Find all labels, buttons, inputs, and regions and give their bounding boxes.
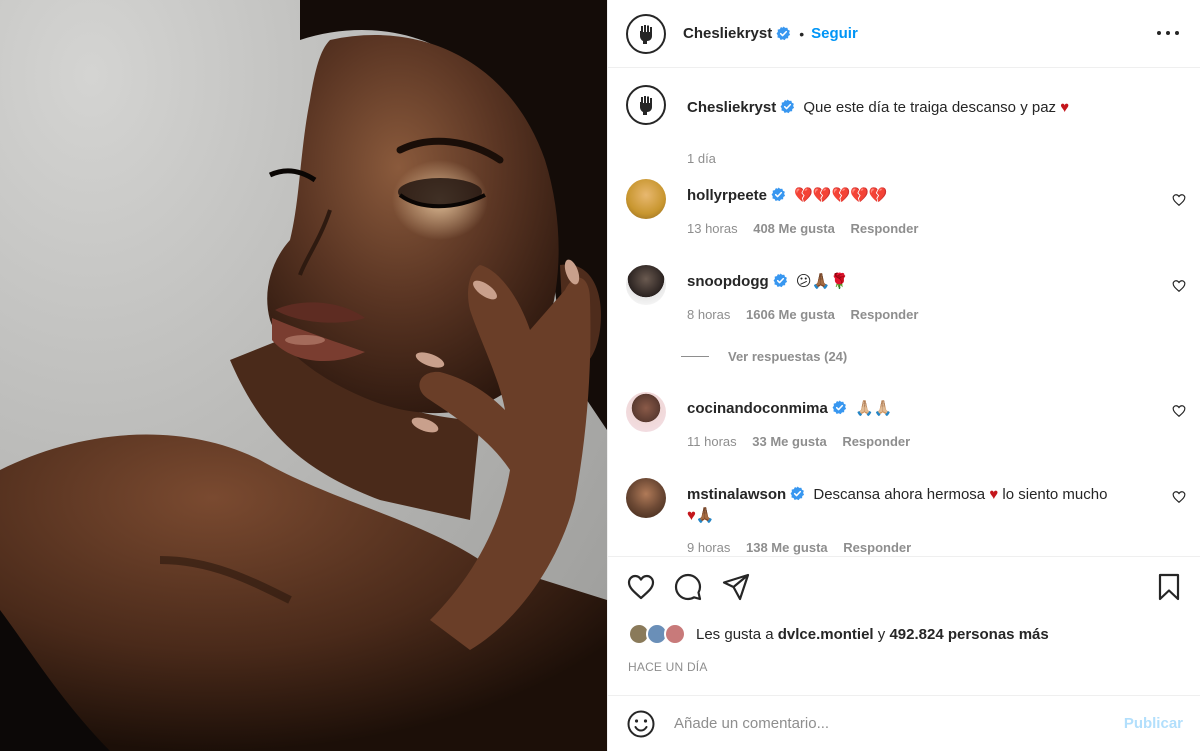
comment-username[interactable]: hollyrpeete (687, 187, 767, 204)
commenter-avatar[interactable] (626, 478, 666, 518)
liker-username[interactable]: dvlce.montiel (778, 626, 874, 643)
heart-icon[interactable] (626, 572, 656, 602)
author-avatar[interactable] (626, 13, 666, 54)
comment-body-continued: lo siento mucho (1002, 486, 1108, 503)
comment-item: mstinalawson Descansa ahora hermosa ♥ lo… (626, 478, 1186, 555)
likes-summary: Les gusta a dvlce.montiel y 492.824 pers… (628, 623, 1049, 645)
comment-icon[interactable] (673, 572, 703, 602)
comment-body-line2: 🙏🏾 (695, 507, 715, 524)
caption-meta: 1 día (687, 151, 728, 166)
like-comment-heart-icon[interactable] (1172, 279, 1186, 293)
post-timestamp[interactable]: HACE UN DÍA (628, 660, 708, 674)
commenter-avatar[interactable] (626, 265, 666, 305)
likes-count[interactable]: 492.824 personas más (889, 626, 1048, 643)
post-photo[interactable] (0, 0, 607, 751)
comment-body: 🙏🏼🙏🏼 (855, 400, 893, 417)
liker-avatar (664, 623, 686, 645)
caption-avatar[interactable] (626, 85, 666, 125)
comment-item: snoopdogg 😕🙏🏾🌹 8 horas 1606 Me gusta Res… (626, 265, 1186, 335)
heart-emoji: ♥ (989, 486, 999, 503)
comment-time[interactable]: 11 horas (687, 434, 737, 449)
comment-likes[interactable]: 1606 Me gusta (746, 307, 835, 322)
verified-badge-icon (832, 400, 847, 415)
verified-badge-icon (776, 26, 791, 41)
verified-badge-icon (771, 187, 786, 202)
caption-body: Que este día te traiga descanso y paz (803, 99, 1057, 116)
caption: Chesliekryst Que este día te traiga desc… (626, 85, 1186, 166)
post-sidebar: Chesliekryst • Seguir Chesliekryst Que e… (607, 0, 1200, 751)
comment-likes[interactable]: 138 Me gusta (746, 540, 828, 555)
comment-meta: 13 horas 408 Me gusta Responder (687, 221, 930, 236)
comment-text: cocinandoconmima 🙏🏼🙏🏼 (687, 398, 1157, 419)
share-icon[interactable] (721, 572, 751, 602)
add-comment-bar: Publicar (608, 695, 1200, 751)
comment-meta: 9 horas 138 Me gusta Responder (687, 540, 923, 555)
comment-body: 😕🙏🏾🌹 (795, 273, 849, 290)
comment-likes[interactable]: 33 Me gusta (752, 434, 826, 449)
comment-likes[interactable]: 408 Me gusta (753, 221, 835, 236)
likes-middle: y (877, 625, 886, 643)
comment-username[interactable]: snoopdogg (687, 273, 769, 290)
author-username[interactable]: Chesliekryst (683, 25, 772, 42)
caption-time[interactable]: 1 día (687, 151, 716, 166)
comment-text: snoopdogg 😕🙏🏾🌹 (687, 271, 1157, 292)
comment-body: 💔💔💔💔💔 (794, 187, 888, 204)
view-replies-label: Ver respuestas (24) (728, 349, 848, 364)
comment-item: hollyrpeete 💔💔💔💔💔 13 horas 408 Me gusta … (626, 179, 1186, 249)
comment-meta: 8 horas 1606 Me gusta Responder (687, 307, 930, 322)
comment-time[interactable]: 9 horas (687, 540, 730, 555)
comment-username[interactable]: mstinalawson (687, 486, 786, 503)
comment-text: mstinalawson Descansa ahora hermosa ♥ lo… (687, 484, 1157, 526)
reply-button[interactable]: Responder (851, 221, 919, 236)
verified-badge-icon (773, 273, 788, 288)
verified-badge-icon (790, 486, 805, 501)
fist-avatar-icon (640, 24, 652, 44)
comment-meta: 11 horas 33 Me gusta Responder (687, 434, 922, 449)
fist-avatar-icon (640, 96, 652, 115)
reply-button[interactable]: Responder (842, 434, 910, 449)
like-comment-heart-icon[interactable] (1172, 193, 1186, 207)
separator-dot: • (799, 25, 805, 42)
reply-button[interactable]: Responder (851, 307, 919, 322)
comment-time[interactable]: 8 horas (687, 307, 730, 322)
like-comment-heart-icon[interactable] (1172, 404, 1186, 418)
comment-username[interactable]: cocinandoconmima (687, 400, 828, 417)
commenter-avatar[interactable] (626, 179, 666, 219)
heart-emoji: ♥ (687, 507, 696, 524)
bookmark-icon[interactable] (1154, 572, 1184, 602)
caption-text: Chesliekryst Que este día te traiga desc… (687, 97, 1157, 118)
replies-divider (681, 356, 709, 357)
comment-time[interactable]: 13 horas (687, 221, 738, 236)
comment-text: hollyrpeete 💔💔💔💔💔 (687, 185, 1157, 206)
liker-avatars[interactable] (628, 623, 688, 645)
view-replies-button[interactable]: Ver respuestas (24) (681, 349, 847, 364)
likes-prefix: Les gusta a (696, 625, 774, 643)
more-options-icon[interactable] (1157, 24, 1179, 42)
comments-list[interactable]: Chesliekryst Que este día te traiga desc… (608, 69, 1200, 555)
like-comment-heart-icon[interactable] (1172, 490, 1186, 504)
post-actions: Les gusta a dvlce.montiel y 492.824 pers… (608, 556, 1200, 695)
verified-badge-icon (780, 99, 795, 114)
comment-body: Descansa ahora hermosa (813, 486, 986, 503)
caption-username[interactable]: Chesliekryst (687, 99, 776, 116)
comment-input[interactable] (674, 708, 1112, 739)
instagram-post: Chesliekryst • Seguir Chesliekryst Que e… (0, 0, 1200, 751)
comment-item: cocinandoconmima 🙏🏼🙏🏼 11 horas 33 Me gus… (626, 392, 1186, 462)
publish-button[interactable]: Publicar (1124, 715, 1183, 732)
follow-button[interactable]: Seguir (811, 25, 858, 42)
post-header: Chesliekryst • Seguir (608, 0, 1200, 68)
heart-emoji: ♥ (1060, 99, 1070, 116)
portrait-image (0, 0, 607, 751)
commenter-avatar[interactable] (626, 392, 666, 432)
reply-button[interactable]: Responder (843, 540, 911, 555)
smile-icon[interactable] (626, 709, 656, 739)
